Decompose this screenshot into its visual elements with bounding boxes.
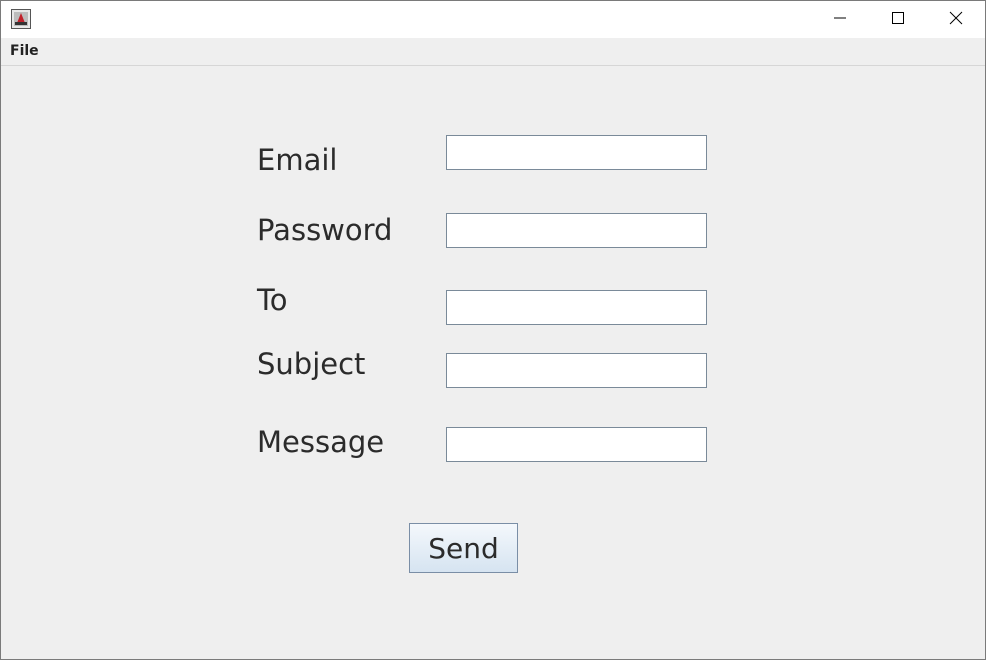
- message-label: Message: [257, 425, 385, 459]
- app-window: File Email Password To Subject Message S…: [0, 0, 986, 660]
- message-field[interactable]: [446, 427, 707, 462]
- close-icon: [949, 10, 963, 29]
- title-bar[interactable]: [1, 1, 985, 38]
- to-label: To: [257, 283, 288, 317]
- password-field[interactable]: [446, 213, 707, 248]
- subject-label: Subject: [257, 347, 366, 381]
- menu-file[interactable]: File: [10, 43, 39, 59]
- subject-field[interactable]: [446, 353, 707, 388]
- minimize-icon: [833, 10, 847, 29]
- maximize-button[interactable]: [869, 1, 927, 38]
- form-panel: Email Password To Subject Message Send: [1, 66, 985, 659]
- password-label: Password: [257, 213, 393, 247]
- email-label: Email: [257, 143, 338, 177]
- menu-bar: File: [1, 38, 985, 66]
- maximize-icon: [891, 10, 905, 29]
- email-field[interactable]: [446, 135, 707, 170]
- send-button[interactable]: Send: [409, 523, 518, 573]
- minimize-button[interactable]: [811, 1, 869, 38]
- to-field[interactable]: [446, 290, 707, 325]
- close-button[interactable]: [927, 1, 985, 38]
- java-app-icon[interactable]: [11, 9, 31, 29]
